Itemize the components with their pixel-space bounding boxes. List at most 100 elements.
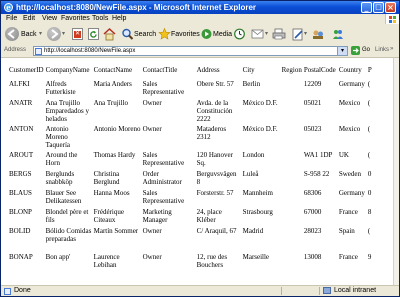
discuss-icon[interactable] xyxy=(311,27,325,42)
table-cell: 0 xyxy=(367,189,372,197)
menu-tools[interactable]: Tools xyxy=(92,14,108,24)
table-cell xyxy=(281,253,303,272)
table-cell: Germany xyxy=(338,80,365,88)
table-row: ANATR Ana Trujillo Emparedados y helados A… xyxy=(8,99,375,125)
table-cell: Bon app' xyxy=(45,253,71,261)
media-icon[interactable] xyxy=(200,27,212,42)
address-input[interactable]: http://localhost:8080/NewFile.aspx ▾ xyxy=(33,46,348,56)
favorites-star-icon[interactable] xyxy=(158,27,171,42)
toolbar: Back ▾ ▾ ✕ Search Favorites Media ▾ ▾ xyxy=(1,24,399,46)
go-arrow-icon[interactable] xyxy=(351,46,360,55)
windows-logo-icon xyxy=(385,14,399,24)
column-header: ContactTitle xyxy=(142,66,178,74)
table-cell: 28023 xyxy=(303,227,322,235)
table-row: ALFKI Alfreds Futterkiste Maria Anders Sale… xyxy=(8,80,375,99)
table-cell xyxy=(281,151,303,170)
table-cell: Ana Trujillo Emparedados y helados xyxy=(45,99,89,123)
table-row: ANTON Antonio Moreno Taquería Antonio More… xyxy=(8,125,375,151)
stop-icon[interactable]: ✕ xyxy=(71,27,83,42)
address-url[interactable]: http://localhost:8080/NewFile.aspx xyxy=(44,48,135,54)
table-cell: Obere Str. 57 xyxy=(196,80,234,88)
search-button-label[interactable]: Search xyxy=(134,31,156,38)
refresh-icon[interactable] xyxy=(87,27,99,42)
table-cell: BLONP xyxy=(9,208,32,216)
maximize-button[interactable]: □ xyxy=(373,2,384,13)
page-done-icon xyxy=(4,288,11,295)
table-row: BONAP Bon app' Laurence Lebihan Owner 12, ru… xyxy=(8,253,375,272)
links-button[interactable]: Links xyxy=(375,47,389,53)
forward-arrow-icon[interactable] xyxy=(47,27,61,41)
back-dropdown-icon[interactable]: ▾ xyxy=(39,30,42,37)
edit-dropdown-icon[interactable]: ▾ xyxy=(304,30,307,37)
column-header: PostalCode xyxy=(303,66,336,74)
address-label: Address xyxy=(4,47,27,53)
ie-logo-icon: e xyxy=(4,3,13,12)
messenger-icon[interactable] xyxy=(331,27,345,42)
close-button[interactable]: × xyxy=(385,2,396,13)
table-cell: Spain xyxy=(338,227,355,235)
table-cell: Berglunds snabbköp xyxy=(45,170,75,186)
title-bar[interactable]: e http://localhost:8080/NewFile.aspx - M… xyxy=(1,1,399,14)
page-icon xyxy=(35,48,42,55)
mail-icon[interactable] xyxy=(251,27,265,42)
table-cell: Berguvsvägen 8 xyxy=(196,170,237,186)
address-dropdown-icon[interactable]: ▾ xyxy=(337,47,347,55)
table-cell xyxy=(281,189,303,208)
media-button-label[interactable]: Media xyxy=(213,31,232,38)
table-cell: Sales Representative xyxy=(142,80,185,96)
vertical-scrollbar[interactable] xyxy=(393,58,399,285)
back-button-label[interactable]: Back xyxy=(21,31,37,38)
table-cell: ANTON xyxy=(9,125,34,133)
menu-edit[interactable]: Edit xyxy=(23,14,35,24)
mail-dropdown-icon[interactable]: ▾ xyxy=(265,30,268,37)
customers-table: CustomerID CompanyName ContactName Conta… xyxy=(8,66,375,272)
table-cell: Sweden xyxy=(338,170,362,178)
search-icon[interactable] xyxy=(121,27,134,42)
table-cell: 12209 xyxy=(303,80,322,88)
table-cell: 13008 xyxy=(303,253,322,261)
minimize-button[interactable]: _ xyxy=(361,2,372,13)
favorites-button-label[interactable]: Favorites xyxy=(171,31,200,38)
forward-dropdown-icon[interactable]: ▾ xyxy=(62,30,65,37)
table-cell: Mexico xyxy=(338,99,361,107)
column-header: City xyxy=(242,66,255,74)
edit-icon[interactable] xyxy=(291,27,304,42)
home-icon[interactable] xyxy=(103,27,116,42)
table-cell: Sales Representative xyxy=(142,151,185,167)
menu-view[interactable]: View xyxy=(42,14,57,24)
back-arrow-icon[interactable] xyxy=(5,27,19,41)
table-cell: Madrid xyxy=(242,227,264,235)
table-cell: Luleå xyxy=(242,170,259,178)
menu-help[interactable]: Help xyxy=(112,14,126,24)
table-cell: Owner xyxy=(142,125,162,133)
table-cell: Order Administrator xyxy=(142,170,182,186)
table-cell: 67000 xyxy=(303,208,322,216)
table-cell: France xyxy=(338,208,358,216)
column-header: P xyxy=(367,66,372,74)
table-cell: ( xyxy=(367,151,371,159)
table-cell: Marketing Manager xyxy=(142,208,172,224)
menu-favorites[interactable]: Favorites xyxy=(61,14,90,24)
menu-file[interactable]: File xyxy=(6,14,17,24)
table-cell: Bólido Comidas preparadas xyxy=(45,227,92,243)
table-cell: Strasbourg xyxy=(242,208,273,216)
table-cell: Martín Sommer xyxy=(93,227,139,235)
table-cell: 24, place Kléber xyxy=(196,208,222,224)
table-cell: ( xyxy=(367,125,371,133)
table-cell: ( xyxy=(367,227,371,235)
links-chevron-icon[interactable]: » xyxy=(390,46,393,52)
table-cell: 05021 xyxy=(303,99,322,107)
table-cell: 120 Hanover Sq. xyxy=(196,151,233,167)
address-bar: Address http://localhost:8080/NewFile.as… xyxy=(1,45,399,58)
table-cell: Christina Berglund xyxy=(93,170,120,186)
print-icon[interactable] xyxy=(272,27,286,42)
history-icon[interactable] xyxy=(233,27,245,42)
status-bar: Done Local intranet xyxy=(1,285,399,296)
table-cell: Mannheim xyxy=(242,189,273,197)
table-cell: BERGS xyxy=(9,170,32,178)
table-cell: Germany xyxy=(338,189,365,197)
table-row: BLAUS Blauer See Delikatessen Hanna Moos Sa… xyxy=(8,189,375,208)
table-cell: Maria Anders xyxy=(93,80,132,88)
column-header: Address xyxy=(196,66,220,74)
go-button[interactable]: Go xyxy=(362,47,370,53)
